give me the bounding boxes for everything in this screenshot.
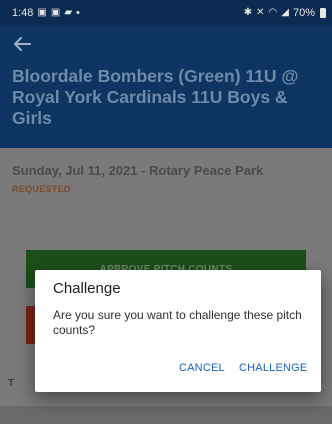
status-bar: 1:48 ▣ ▣ ▰ • ✱ ✕ ◠ ◢ 70% (0, 0, 332, 26)
list-section (0, 406, 332, 424)
cancel-button[interactable]: CANCEL (173, 356, 231, 380)
game-date-location: Sunday, Jul 11, 2021 - Rotary Peace Park (12, 163, 264, 178)
gallery-icon: ▣ (37, 7, 47, 18)
notification-dot: • (76, 7, 80, 19)
arrow-left-icon[interactable] (10, 32, 34, 56)
dialog-title: Challenge (53, 280, 121, 297)
confirm-challenge-button[interactable]: CHALLENGE (233, 356, 313, 380)
challenge-dialog: Challenge Are you sure you want to chall… (35, 270, 321, 392)
mute-icon: ✕ (256, 7, 265, 18)
status-time: 1:48 (12, 7, 34, 19)
signal-icon: ◢ (281, 7, 289, 18)
bluetooth-icon: ✱ (243, 7, 253, 18)
status-badge: REQUESTED (12, 184, 71, 194)
page-title: Bloordale Bombers (Green) 11U @ Royal Yo… (12, 66, 299, 128)
dialog-message: Are you sure you want to challenge these… (53, 308, 302, 337)
battery-icon (320, 8, 326, 18)
gallery-icon: ▣ (50, 7, 61, 18)
status-right: ✱ ✕ ◠ ◢ 70% (244, 7, 326, 19)
wifi-icon: ◠ (268, 7, 278, 18)
chat-icon: ▰ (64, 7, 73, 18)
app-bar: Bloordale Bombers (Green) 11U @ Royal Yo… (0, 26, 332, 148)
status-left: 1:48 ▣ ▣ ▰ • (12, 7, 80, 19)
section-label: T (8, 378, 15, 389)
battery-percent: 70% (292, 7, 315, 19)
